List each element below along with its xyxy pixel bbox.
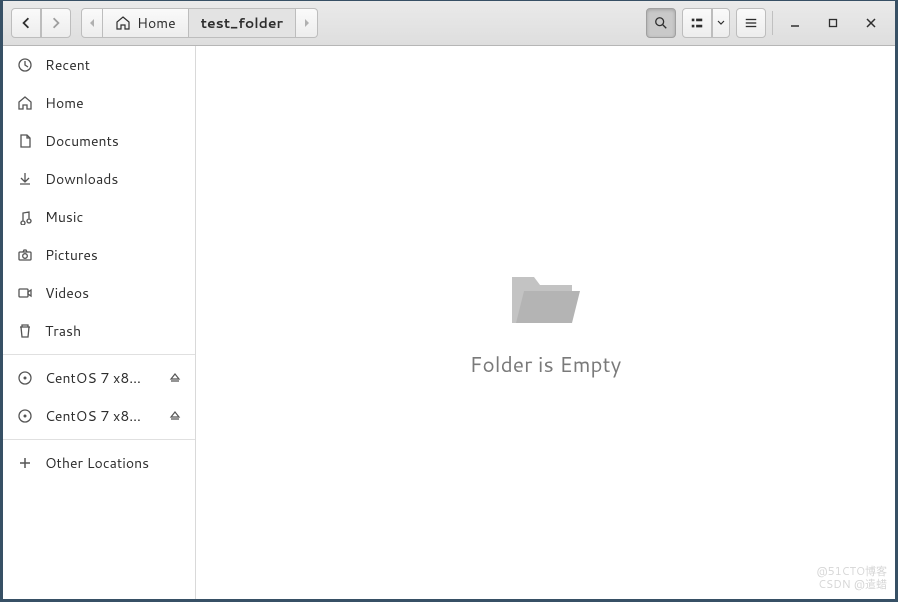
triangle-left-icon <box>88 18 96 28</box>
maximize-button[interactable] <box>817 8 849 38</box>
empty-state-text: Folder is Empty <box>470 349 622 379</box>
document-icon <box>17 133 33 149</box>
breadcrumb-label: Home <box>137 13 176 33</box>
sidebar-item-label: CentOS 7 x8… <box>45 368 157 388</box>
sidebar-mount-item[interactable]: CentOS 7 x8… <box>3 397 195 435</box>
back-button[interactable] <box>11 8 41 38</box>
search-icon <box>654 16 668 30</box>
eject-icon <box>169 410 181 422</box>
nav-buttons <box>11 8 71 38</box>
sidebar-item-label: Documents <box>45 131 181 151</box>
music-icon <box>17 209 33 225</box>
close-icon <box>866 18 876 28</box>
disc-icon <box>17 370 33 386</box>
view-list-button[interactable] <box>682 8 712 38</box>
pathbar-scroll-left[interactable] <box>81 8 103 38</box>
sidebar-item-label: Home <box>45 93 181 113</box>
sidebar: Recent Home Documents Downloads Music Pi… <box>3 46 196 599</box>
chevron-right-icon <box>50 17 62 29</box>
minimize-button[interactable] <box>779 8 811 38</box>
sidebar-item-home[interactable]: Home <box>3 84 195 122</box>
download-icon <box>17 171 33 187</box>
breadcrumb-item-current[interactable]: test_folder <box>189 8 296 38</box>
sidebar-item-other-locations[interactable]: Other Locations <box>3 444 195 482</box>
sidebar-item-label: Pictures <box>45 245 181 265</box>
trash-icon <box>17 323 33 339</box>
breadcrumb: Home test_folder <box>81 8 640 38</box>
sidebar-item-label: Downloads <box>45 169 181 189</box>
view-controls <box>682 8 730 38</box>
sidebar-item-label: Music <box>45 207 181 227</box>
sidebar-separator <box>3 354 195 355</box>
sidebar-item-pictures[interactable]: Pictures <box>3 236 195 274</box>
clock-icon <box>17 57 33 73</box>
close-button[interactable] <box>855 8 887 38</box>
header-toolbar: Home test_folder <box>3 1 895 46</box>
sidebar-item-videos[interactable]: Videos <box>3 274 195 312</box>
sidebar-separator <box>3 439 195 440</box>
eject-button[interactable] <box>169 410 181 422</box>
sidebar-item-label: Videos <box>45 283 181 303</box>
breadcrumb-label: test_folder <box>201 13 283 33</box>
minimize-icon <box>790 18 800 28</box>
breadcrumb-item-home[interactable]: Home <box>103 8 189 38</box>
chevron-down-icon <box>717 20 725 26</box>
sidebar-item-label: Trash <box>45 321 181 341</box>
toolbar-right <box>646 8 887 38</box>
home-icon <box>115 15 131 31</box>
view-dropdown-button[interactable] <box>712 8 730 38</box>
sidebar-item-label: Other Locations <box>45 453 181 473</box>
plus-icon <box>17 455 33 471</box>
home-icon <box>17 95 33 111</box>
sidebar-item-music[interactable]: Music <box>3 198 195 236</box>
triangle-right-icon <box>303 18 311 28</box>
camera-icon <box>17 247 33 263</box>
empty-folder-icon <box>506 267 586 331</box>
sidebar-item-trash[interactable]: Trash <box>3 312 195 350</box>
eject-button[interactable] <box>169 372 181 384</box>
sidebar-mount-item[interactable]: CentOS 7 x8… <box>3 359 195 397</box>
content-pane: Folder is Empty @51CTO博客 CSDN @遣蜡 <box>196 46 895 599</box>
list-icon <box>690 16 704 30</box>
watermark-line: CSDN @遣蜡 <box>816 578 887 591</box>
main-area: Recent Home Documents Downloads Music Pi… <box>3 46 895 599</box>
sidebar-item-label: CentOS 7 x8… <box>45 406 157 426</box>
sidebar-item-label: Recent <box>45 55 181 75</box>
hamburger-icon <box>744 16 758 30</box>
maximize-icon <box>828 18 838 28</box>
sidebar-item-recent[interactable]: Recent <box>3 46 195 84</box>
hamburger-menu-button[interactable] <box>736 8 766 38</box>
pathbar-scroll-right[interactable] <box>296 8 318 38</box>
eject-icon <box>169 372 181 384</box>
video-icon <box>17 285 33 301</box>
chevron-left-icon <box>20 17 32 29</box>
sidebar-item-documents[interactable]: Documents <box>3 122 195 160</box>
disc-icon <box>17 408 33 424</box>
forward-button[interactable] <box>41 8 71 38</box>
search-button[interactable] <box>646 8 676 38</box>
watermark: @51CTO博客 CSDN @遣蜡 <box>816 565 887 591</box>
sidebar-item-downloads[interactable]: Downloads <box>3 160 195 198</box>
